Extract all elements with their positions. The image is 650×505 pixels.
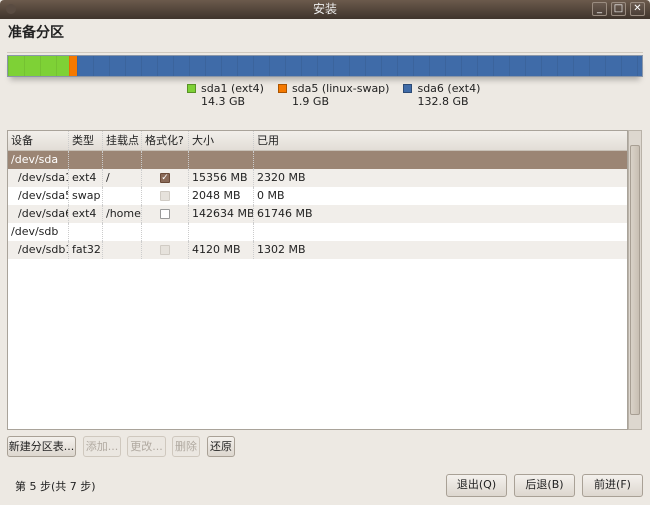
partition-bar	[7, 55, 643, 77]
format-cell	[142, 187, 189, 205]
column-header[interactable]: 大小	[189, 131, 254, 150]
type-cell: ext4	[69, 169, 103, 187]
back-button[interactable]: 后退(B)	[514, 474, 575, 497]
size-cell: 4120 MB	[189, 241, 254, 259]
revert-button[interactable]: 还原	[207, 436, 235, 457]
device-cell: /dev/sda5	[8, 187, 69, 205]
format-checkbox[interactable]	[160, 191, 170, 201]
legend-name: sda1 (ext4)	[201, 82, 264, 95]
legend-name: sda5 (linux-swap)	[291, 82, 390, 95]
type-cell	[69, 223, 103, 241]
legend-size: 132.8 GB	[417, 95, 469, 108]
add-button[interactable]: 添加...	[83, 436, 121, 457]
new-partition-table-button[interactable]: 新建分区表...	[7, 436, 76, 457]
column-header[interactable]: 格式化?	[142, 131, 189, 150]
size-cell	[189, 151, 254, 169]
scrollbar[interactable]	[628, 130, 642, 430]
mount-cell	[103, 223, 142, 241]
format-checkbox[interactable]: ✓	[160, 173, 170, 183]
mount-cell	[103, 151, 142, 169]
scrollbar-thumb[interactable]	[630, 145, 640, 415]
column-header[interactable]: 设备	[8, 131, 69, 150]
format-cell	[142, 205, 189, 223]
window-menu-icon[interactable]	[6, 4, 16, 14]
mount-cell: /	[103, 169, 142, 187]
type-cell: ext4	[69, 205, 103, 223]
format-cell	[142, 241, 189, 259]
partition-segment	[68, 56, 78, 76]
device-cell: /dev/sda1	[8, 169, 69, 187]
legend-size: 1.9 GB	[291, 95, 329, 108]
size-cell	[189, 223, 254, 241]
format-checkbox[interactable]	[160, 209, 170, 219]
used-cell: 1302 MB	[257, 243, 306, 256]
legend-item: sda6 (ext4) 132.8 GB	[403, 82, 480, 108]
column-header[interactable]: 挂载点	[103, 131, 142, 150]
window-title: 安装	[312, 2, 337, 16]
legend-size: 14.3 GB	[201, 95, 246, 108]
format-cell	[142, 223, 189, 241]
divider	[7, 52, 643, 53]
used-cell	[254, 151, 627, 169]
table-row[interactable]: /dev/sda6 ext4 /home 142634 MB 61746 MB	[8, 205, 627, 223]
device-cell: /dev/sdb	[8, 223, 69, 241]
table-header: 设备 类型 挂载点 格式化? 大小 已用	[8, 131, 627, 151]
format-cell	[142, 151, 189, 169]
minimize-button[interactable]: _	[592, 2, 607, 16]
legend-swatch-icon	[187, 84, 196, 93]
legend-item: sda1 (ext4) 14.3 GB	[187, 82, 264, 108]
partition-table[interactable]: 设备 类型 挂载点 格式化? 大小 已用 /dev/sda /dev/sda1 ext4 …	[7, 130, 628, 430]
mount-cell: /home	[103, 205, 142, 223]
step-indicator: 第 5 步(共 7 步)	[15, 480, 96, 493]
close-button[interactable]: ✕	[630, 2, 645, 16]
size-cell: 2048 MB	[189, 187, 254, 205]
quit-button[interactable]: 退出(Q)	[446, 474, 507, 497]
mount-cell	[103, 187, 142, 205]
maximize-button[interactable]: □	[611, 2, 626, 16]
type-cell: fat32	[69, 241, 103, 259]
column-header[interactable]: 类型	[69, 131, 103, 150]
used-cell: 61746 MB	[257, 207, 313, 220]
size-cell: 15356 MB	[189, 169, 254, 187]
used-cell: 2320 MB	[257, 171, 306, 184]
title-bar: 安装 _ □ ✕	[0, 0, 650, 19]
legend-item: sda5 (linux-swap) 1.9 GB	[277, 82, 390, 108]
legend-name: sda6 (ext4)	[417, 82, 481, 95]
table-row[interactable]: /dev/sda1 ext4 / ✓ 15356 MB 2320 MB	[8, 169, 627, 187]
type-cell	[69, 151, 103, 169]
format-checkbox[interactable]	[160, 245, 170, 255]
table-row[interactable]: /dev/sdb	[8, 223, 627, 241]
device-cell: /dev/sda	[8, 151, 69, 169]
partition-segment	[8, 56, 69, 76]
page-title: 准备分区	[8, 25, 64, 41]
column-header[interactable]: 已用	[254, 131, 627, 150]
type-cell: swap	[69, 187, 103, 205]
used-cell: 0 MB	[257, 189, 285, 202]
table-row[interactable]: /dev/sdb1 fat32 4120 MB 1302 MB	[8, 241, 627, 259]
partition-segment	[77, 56, 642, 76]
used-cell	[254, 223, 627, 241]
table-row[interactable]: /dev/sda	[8, 151, 627, 169]
partition-legend: sda1 (ext4) 14.3 GB sda5 (linux-swap) 1.9 G…	[187, 82, 480, 108]
size-cell: 142634 MB	[189, 205, 254, 223]
mount-cell	[103, 241, 142, 259]
device-cell: /dev/sda6	[8, 205, 69, 223]
format-cell: ✓	[142, 169, 189, 187]
change-button[interactable]: 更改...	[127, 436, 166, 457]
table-row[interactable]: /dev/sda5 swap 2048 MB 0 MB	[8, 187, 627, 205]
legend-swatch-icon	[403, 84, 413, 93]
device-cell: /dev/sdb1	[8, 241, 69, 259]
forward-button[interactable]: 前进(F)	[582, 474, 643, 497]
legend-swatch-icon	[277, 84, 287, 93]
delete-button[interactable]: 删除	[172, 436, 200, 457]
